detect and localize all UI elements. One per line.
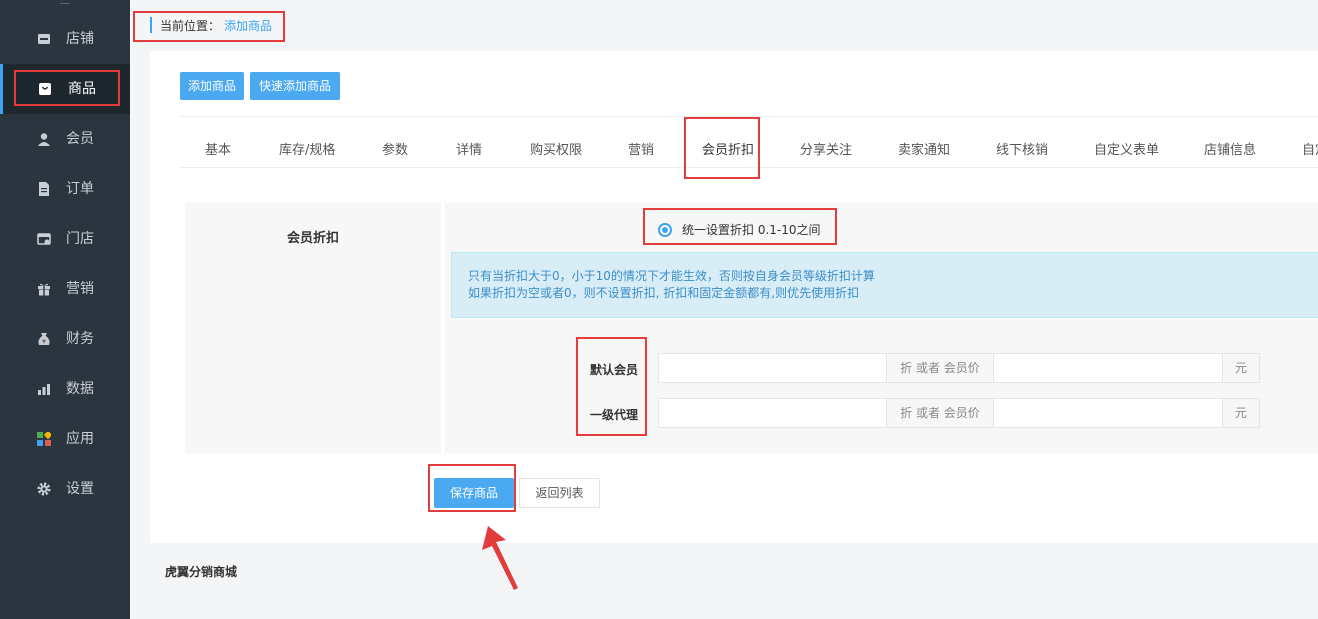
sidebar-item-settings[interactable]: 设置 [0,464,130,514]
sidebar-item-goods[interactable]: 商品 [0,64,130,114]
tab-params[interactable]: 参数 [382,117,408,167]
tab-member-discount[interactable]: 会员折扣 [702,117,754,167]
tab-marketing[interactable]: 营销 [628,117,654,167]
money-bag-icon: ¥ [38,333,50,346]
breadcrumb-current-link[interactable]: 添加商品 [224,17,272,34]
sidebar-item-label: 设置 [66,481,94,497]
quick-add-goods-button[interactable]: 快速添加商品 [250,72,340,100]
radio-label: 统一设置折扣 0.1-10之间 [682,223,821,237]
sidebar-item-label: 门店 [66,231,94,247]
svg-text:¥: ¥ [42,339,46,346]
add-goods-button[interactable]: 添加商品 [180,72,244,100]
sidebar-item-shop[interactable]: 店铺 [0,14,130,64]
user-icon [38,133,50,146]
sidebar-item-label: 数据 [66,381,94,397]
tab-custom-form[interactable]: 自定义表单 [1094,117,1159,167]
sidebar-item-apps[interactable]: 应用 [0,414,130,464]
breadcrumb-prefix: 当前位置： [160,18,221,33]
default-member-discount-input[interactable] [658,353,887,383]
main-panel: 添加商品 快速添加商品 基本 库存/规格 参数 详情 购买权限 营销 会员折扣 … [150,51,1318,543]
sidebar-item-store[interactable]: 门店 [0,214,130,264]
discount-or-price-addon: 折 或者 会员价 [887,398,993,428]
sidebar-item-label: 会员 [66,131,94,147]
sidebar-grip [60,3,70,4]
radio-dot [662,226,668,233]
tab-seller-notify[interactable]: 卖家通知 [898,117,950,167]
unified-discount-radio[interactable]: 统一设置折扣 0.1-10之间 [658,221,821,238]
level1-agent-price-input[interactable] [993,398,1223,428]
back-to-list-button[interactable]: 返回列表 [519,478,600,508]
default-member-label: 默认会员 [589,363,638,377]
sidebar-item-label: 应用 [66,431,94,447]
level1-agent-discount-input[interactable] [658,398,887,428]
sidebar-item-label: 财务 [66,331,94,347]
form-content: 统一设置折扣 0.1-10之间 只有当折扣大于0，小于10的情况下才能生效，否则… [445,203,1318,453]
tab-store-info[interactable]: 店铺信息 [1204,117,1256,167]
discount-or-price-addon: 折 或者 会员价 [887,353,993,383]
store-icon [37,233,51,245]
sidebar-item-member[interactable]: 会员 [0,114,130,164]
sidebar-item-label: 店铺 [66,31,94,47]
sidebar: 店铺 商品 会员 订单 门店 营销 ¥ 财务 数据 应用 设置 [0,0,130,619]
gift-icon [38,283,50,296]
section-label: 会员折扣 [286,231,339,246]
tab-stock-spec[interactable]: 库存/规格 [279,117,335,167]
sidebar-item-label: 商品 [68,81,96,97]
tab-offline-verify[interactable]: 线下核销 [996,117,1048,167]
breadcrumb-bar [150,17,152,33]
radio-button[interactable] [658,222,672,237]
tab-share-follow[interactable]: 分享关注 [800,117,852,167]
notice-line-2: 如果折扣为空或者0，则不设置折扣, 折扣和固定金额都有,则优先使用折扣 [468,286,860,300]
sidebar-item-data[interactable]: 数据 [0,364,130,414]
sidebar-item-finance[interactable]: ¥ 财务 [0,314,130,364]
sidebar-item-label: 订单 [66,181,94,197]
tab-details[interactable]: 详情 [456,117,482,167]
level1-agent-input-group: 折 或者 会员价 元 [658,398,1260,428]
gear-icon [37,482,51,496]
shop-icon [38,34,50,44]
member-discount-form: 会员折扣 统一设置折扣 0.1-10之间 只有当折扣大于0，小于10的情况下才能… [185,203,1318,453]
tab-purchase-permission[interactable]: 购买权限 [530,117,582,167]
default-member-input-group: 折 或者 会员价 元 [658,353,1260,383]
notice-line-1: 只有当折扣大于0，小于10的情况下才能生效，否则按自身会员等级折扣计算 [468,269,875,283]
save-goods-button[interactable]: 保存商品 [434,478,514,508]
sidebar-item-label: 营销 [66,281,94,297]
tab-basic[interactable]: 基本 [205,117,231,167]
yuan-addon: 元 [1223,398,1260,428]
apps-grid-icon [37,432,51,446]
document-icon [39,182,49,196]
yuan-addon: 元 [1223,353,1260,383]
tab-custom[interactable]: 自定 [1302,117,1318,167]
footer-brand: 虎翼分销商城 [165,565,238,579]
bar-chart-icon [38,384,50,395]
tab-bar: 基本 库存/规格 参数 详情 购买权限 营销 会员折扣 分享关注 卖家通知 线下… [180,116,1318,168]
sidebar-item-marketing[interactable]: 营销 [0,264,130,314]
default-member-price-input[interactable] [993,353,1223,383]
discount-notice: 只有当折扣大于0，小于10的情况下才能生效，否则按自身会员等级折扣计算 如果折扣… [451,252,1318,318]
sidebar-item-order[interactable]: 订单 [0,164,130,214]
breadcrumb: 当前位置： 添加商品 [150,14,272,36]
form-label-column: 会员折扣 [185,203,441,453]
level1-agent-label: 一级代理 [589,408,638,422]
goods-bag-icon [39,83,51,95]
